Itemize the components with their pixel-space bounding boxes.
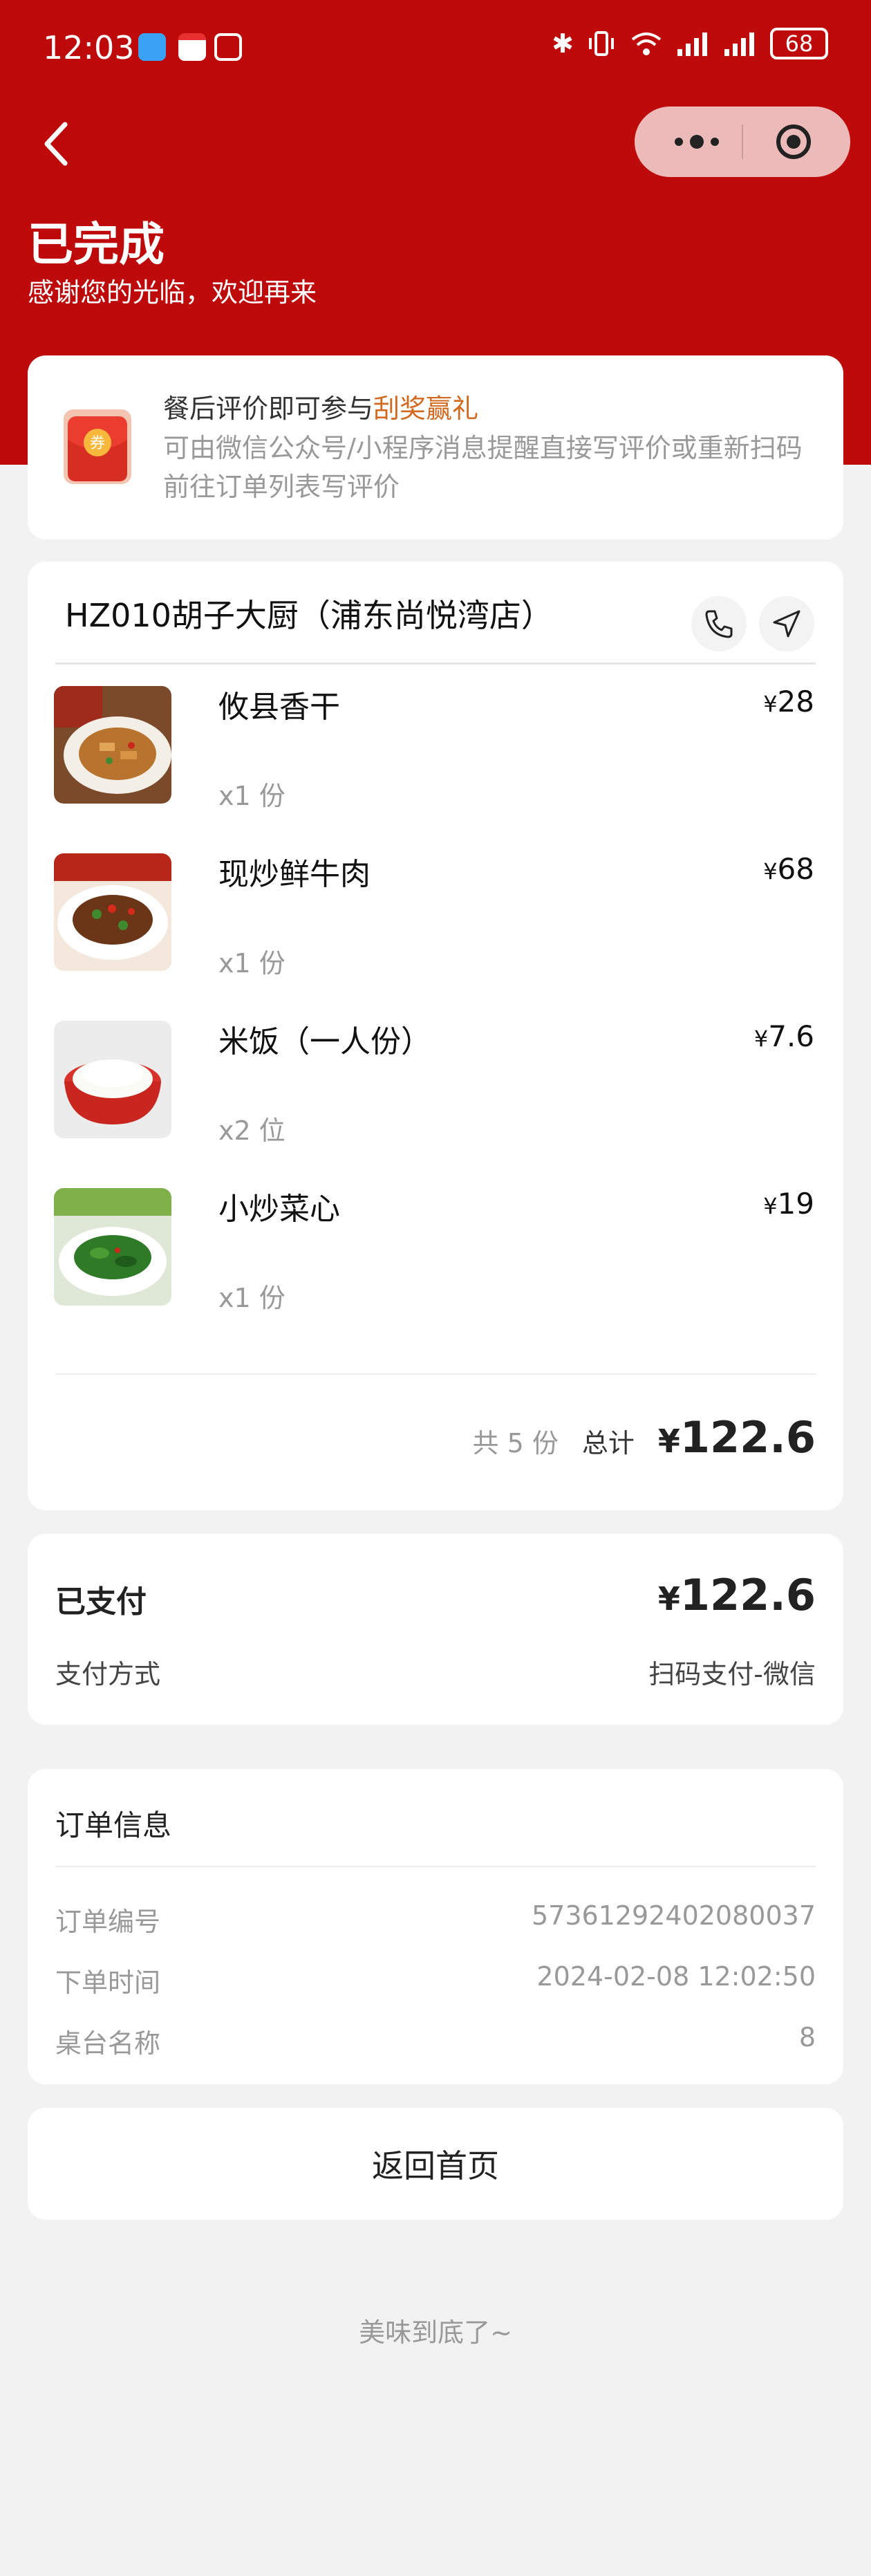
- close-miniprogram-icon[interactable]: [773, 123, 814, 160]
- mini-program-capsule: [635, 106, 850, 177]
- back-icon[interactable]: [36, 118, 77, 170]
- coupon-icon-text: 券: [90, 435, 105, 452]
- item-quantity: x1 份: [218, 1283, 285, 1313]
- nfc-icon: [214, 33, 242, 61]
- payment-amount-value: 122.6: [680, 1570, 816, 1620]
- info-label: 下单时间: [55, 1967, 161, 1998]
- page-subtitle: 感谢您的光临，欢迎再来: [28, 277, 317, 308]
- phone-icon: [705, 610, 733, 638]
- vibrate-icon: [589, 31, 614, 56]
- info-row-order-time: 下单时间 2024-02-08 12:02:50: [55, 1961, 816, 2003]
- info-row-table-name: 桌台名称 8: [55, 2022, 816, 2064]
- promo-title-prefix: 餐后评价即可参与: [163, 393, 374, 424]
- item-price-value: 68: [777, 852, 814, 886]
- order-info-card: 订单信息 订单编号 57361292402080037 下单时间 2024-02…: [28, 1769, 843, 2084]
- item-price-value: 7.6: [768, 1019, 814, 1053]
- bluetooth-icon: ✱: [552, 28, 574, 59]
- navigation-arrow-icon: [773, 610, 800, 638]
- item-name: 现炒鲜牛肉: [218, 857, 371, 892]
- coupon-envelope-icon: 券: [64, 409, 131, 484]
- table-name: 8: [798, 2022, 816, 2053]
- status-icons: ✱ 68: [552, 28, 828, 59]
- dish-image-youxian-tofu: [54, 686, 171, 804]
- promo-highlight: 刮奖赢礼: [373, 393, 479, 424]
- order-total: ¥122.6: [658, 1412, 816, 1463]
- promo-description: 可由微信公众号/小程序消息提醒直接写评价或重新扫码前往订单列表写评价: [163, 433, 803, 502]
- dish-image-stir-fried-beef: [54, 853, 171, 971]
- info-label: 订单编号: [55, 1907, 161, 1937]
- order-summary: 共 5 份 总计 ¥122.6: [473, 1412, 816, 1463]
- payment-amount: ¥122.6: [658, 1570, 816, 1620]
- currency-symbol: ¥: [763, 858, 778, 884]
- order-item: 现炒鲜牛肉 x1 份 ¥68: [54, 852, 814, 983]
- item-price-value: 28: [777, 685, 814, 719]
- review-promo-card[interactable]: 券 餐后评价即可参与刮奖赢礼 可由微信公众号/小程序消息提醒直接写评价或重新扫码…: [28, 355, 843, 539]
- currency-symbol: ¥: [763, 691, 778, 717]
- promo-title: 餐后评价即可参与刮奖赢礼: [163, 387, 478, 425]
- store-divider: [55, 662, 816, 665]
- order-info-title: 订单信息: [55, 1808, 172, 1842]
- wifi-icon: [631, 33, 662, 55]
- order-number: 57361292402080037: [531, 1900, 816, 1931]
- currency-symbol: ¥: [657, 1423, 680, 1460]
- item-name: 米饭（一人份）: [218, 1024, 431, 1059]
- order-item: 攸县香干 x1 份 ¥28: [54, 685, 814, 816]
- order-total-value: 122.6: [680, 1412, 816, 1463]
- currency-symbol: ¥: [657, 1580, 680, 1618]
- info-divider: [55, 1866, 816, 1867]
- item-price: ¥19: [763, 1187, 814, 1221]
- order-item: 小炒菜心 x1 份 ¥19: [54, 1187, 814, 1318]
- page-title: 已完成: [28, 218, 165, 271]
- item-price-value: 19: [777, 1187, 814, 1221]
- status-time: 12:03: [43, 29, 135, 66]
- item-name: 攸县香干: [218, 689, 340, 725]
- payment-method-label: 支付方式: [55, 1659, 161, 1689]
- dish-image-choy-sum: [54, 1188, 171, 1306]
- navigate-button[interactable]: [759, 596, 814, 651]
- info-label: 桌台名称: [55, 2028, 161, 2059]
- signal-icon: [677, 33, 707, 56]
- order-item: 米饭（一人份） x2 位 ¥7.6: [54, 1019, 814, 1151]
- total-label: 总计: [581, 1428, 635, 1458]
- dish-image-rice: [54, 1021, 171, 1138]
- store-name: HZ010胡子大厨（浦东尚悦湾店）: [65, 597, 553, 634]
- item-quantity: x1 份: [218, 948, 285, 979]
- item-price: ¥28: [763, 685, 814, 719]
- item-count: 共 5 份: [472, 1428, 559, 1458]
- order-card: HZ010胡子大厨（浦东尚悦湾店） 攸县香干 x1 份 ¥28 现炒鲜牛肉 x1…: [28, 562, 843, 1510]
- payment-method-value: 扫码支付-微信: [648, 1659, 816, 1689]
- item-quantity: x1 份: [218, 781, 285, 811]
- call-button[interactable]: [691, 596, 747, 651]
- signal-icon: [724, 33, 754, 56]
- battery-icon: 68: [770, 28, 828, 59]
- message-app-icon: [138, 33, 166, 61]
- footer-end-text: 美味到底了~: [359, 2317, 512, 2348]
- info-row-order-number: 订单编号 57361292402080037: [55, 1900, 816, 1942]
- item-quantity: x2 位: [218, 1115, 285, 1146]
- currency-symbol: ¥: [753, 1026, 769, 1052]
- item-price: ¥68: [763, 852, 814, 886]
- capsule-divider: [742, 124, 743, 159]
- order-divider: [55, 1373, 816, 1375]
- currency-symbol: ¥: [763, 1193, 778, 1219]
- back-to-home-button[interactable]: 返回首页: [28, 2108, 843, 2220]
- item-name: 小炒菜心: [218, 1192, 340, 1227]
- payment-status: 已支付: [55, 1584, 147, 1620]
- calendar-app-icon: [178, 33, 206, 61]
- payment-card: 已支付 ¥122.6 支付方式 扫码支付-微信: [28, 1534, 843, 1725]
- more-icon[interactable]: [669, 123, 724, 160]
- status-bar: 12:03 ✱ 68: [0, 0, 871, 101]
- item-price: ¥7.6: [754, 1019, 814, 1053]
- order-time: 2024-02-08 12:02:50: [536, 1961, 816, 1992]
